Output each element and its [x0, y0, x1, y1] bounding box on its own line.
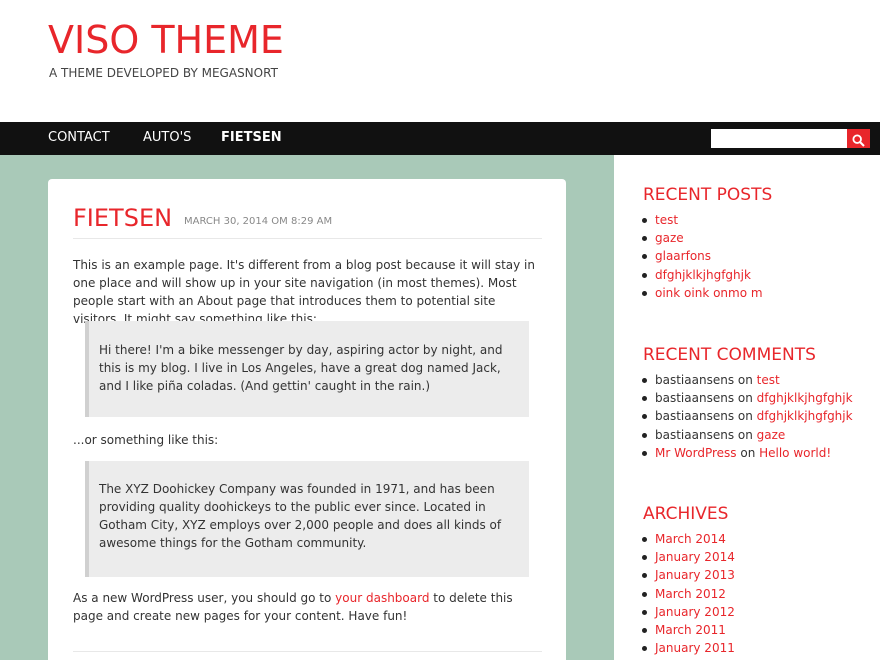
nav-item-autos[interactable]: AUTO'S — [143, 122, 191, 155]
list-item: March 2014 — [641, 530, 735, 548]
page-date: MARCH 30, 2014 OM 8:29 AM — [184, 216, 333, 227]
recent-comments-title: RECENT COMMENTS — [643, 345, 816, 365]
list-item: oink oink onmo m — [641, 284, 763, 302]
recent-posts-list: test gaze glaarfons dfghjklkjhgfghjk oin… — [641, 211, 763, 302]
list-item: dfghjklkjhgfghjk — [641, 266, 763, 284]
recent-post-link[interactable]: dfghjklkjhgfghjk — [655, 268, 751, 282]
list-item: bastiaansens on dfghjklkjhgfghjk — [641, 389, 853, 407]
comment-author: bastiaansens — [655, 373, 735, 387]
dashboard-link[interactable]: your dashboard — [335, 591, 429, 605]
search-icon — [852, 133, 865, 147]
recent-post-link[interactable]: test — [655, 213, 678, 227]
outro-paragraph: As a new WordPress user, you should go t… — [73, 589, 543, 625]
comment-post-link[interactable]: dfghjklkjhgfghjk — [757, 409, 853, 423]
archive-link[interactable]: January 2013 — [655, 568, 735, 582]
comment-on: on — [734, 373, 757, 387]
intro-paragraph: This is an example page. It's different … — [73, 258, 535, 326]
nav-item-contact[interactable]: CONTACT — [48, 122, 110, 155]
page-article: FIETSEN MARCH 30, 2014 OM 8:29 AM This i… — [48, 179, 566, 660]
comment-post-link[interactable]: Hello world! — [759, 446, 831, 460]
archive-link[interactable]: January 2011 — [655, 641, 735, 655]
archive-link[interactable]: March 2014 — [655, 532, 726, 546]
list-item: Mr WordPress on Hello world! — [641, 444, 853, 462]
nav-item-fietsen[interactable]: FIETSEN — [221, 122, 282, 155]
comment-post-link[interactable]: dfghjklkjhgfghjk — [757, 391, 853, 405]
list-item: January 2014 — [641, 548, 735, 566]
list-item: bastiaansens on dfghjklkjhgfghjk — [641, 407, 853, 425]
page-title: FIETSEN — [73, 204, 173, 232]
archive-link[interactable]: March 2011 — [655, 623, 726, 637]
blockquote-text: Hi there! I'm a bike messenger by day, a… — [99, 343, 503, 393]
title-divider — [73, 238, 542, 239]
search-input[interactable] — [711, 129, 847, 148]
blockquote-bike-messenger: Hi there! I'm a bike messenger by day, a… — [85, 321, 529, 417]
search-button[interactable] — [847, 129, 870, 148]
list-item: January 2011 — [641, 639, 735, 657]
footer-divider — [73, 651, 542, 652]
list-item: March 2012 — [641, 585, 735, 603]
comment-post-link[interactable]: gaze — [757, 428, 786, 442]
list-item: gaze — [641, 229, 763, 247]
archive-link[interactable]: January 2014 — [655, 550, 735, 564]
comment-on: on — [736, 445, 760, 460]
list-item: January 2013 — [641, 566, 735, 584]
comment-author: bastiaansens — [655, 409, 735, 424]
blockquote-doohickey: The XYZ Doohickey Company was founded in… — [85, 461, 529, 577]
list-item: bastiaansens on gaze — [641, 426, 853, 444]
list-item: March 2011 — [641, 621, 735, 639]
outro-text-before: As a new WordPress user, you should go t… — [73, 591, 336, 605]
archive-link[interactable]: March 2012 — [655, 587, 726, 601]
recent-posts-title: RECENT POSTS — [643, 185, 773, 205]
site-title[interactable]: VISO THEME — [48, 18, 284, 62]
archive-link[interactable]: January 2012 — [655, 605, 735, 619]
list-item: bastiaansens on test — [641, 371, 853, 389]
recent-post-link[interactable]: glaarfons — [655, 249, 711, 263]
recent-post-link[interactable]: oink oink onmo m — [655, 286, 763, 300]
comment-on: on — [734, 391, 757, 406]
middle-paragraph: ...or something like this: — [73, 433, 219, 447]
archives-title: ARCHIVES — [643, 504, 729, 524]
comment-author-link[interactable]: Mr WordPress — [655, 446, 737, 460]
comment-on: on — [734, 427, 757, 442]
archives-list: March 2014 January 2014 January 2013 Mar… — [641, 530, 735, 657]
list-item: January 2012 — [641, 603, 735, 621]
list-item: test — [641, 211, 763, 229]
list-item: glaarfons — [641, 247, 763, 265]
recent-post-link[interactable]: gaze — [655, 231, 684, 245]
recent-comments-list: bastiaansens on test bastiaansens on dfg… — [641, 371, 853, 462]
site-header: VISO THEME A THEME DEVELOPED BY MEGASNOR… — [0, 0, 880, 122]
comment-author: bastiaansens — [655, 391, 735, 406]
site-description: A THEME DEVELOPED BY MEGASNORT — [49, 66, 278, 80]
comment-on: on — [734, 409, 757, 424]
comment-post-link[interactable]: test — [757, 373, 780, 387]
comment-author: bastiaansens — [655, 427, 735, 442]
blockquote-text: The XYZ Doohickey Company was founded in… — [99, 482, 502, 550]
